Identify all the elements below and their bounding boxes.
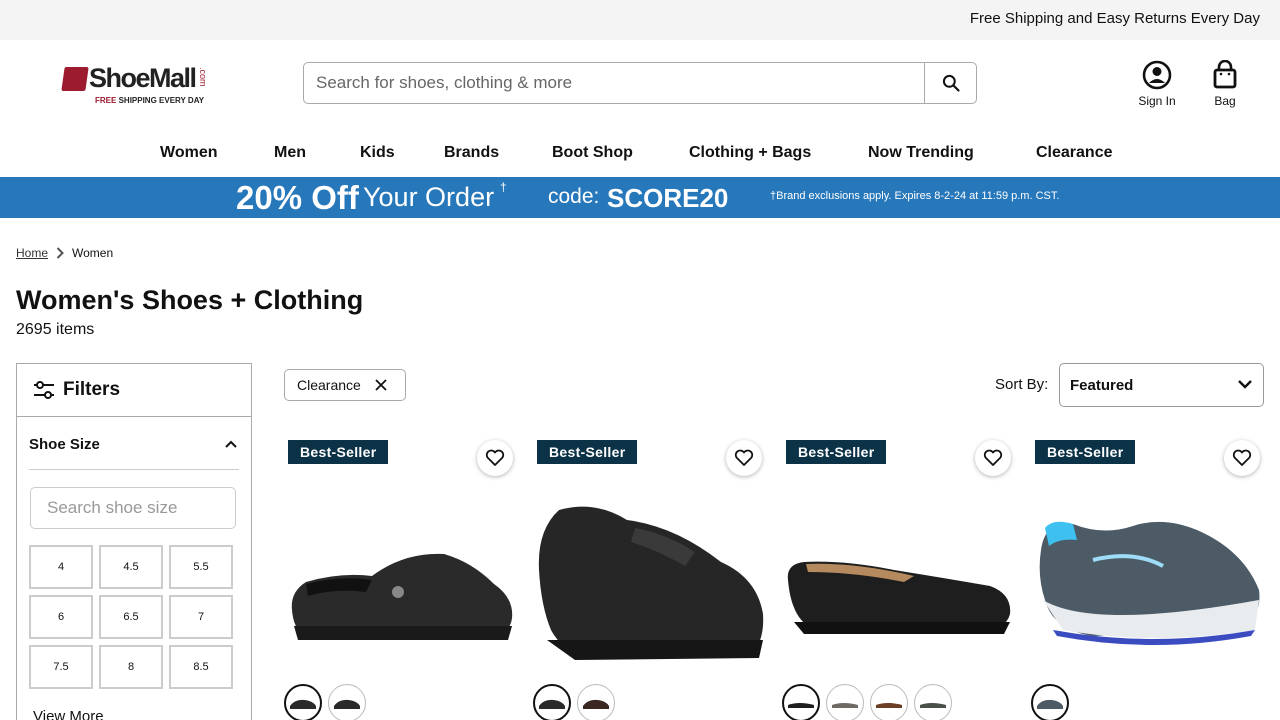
close-icon <box>375 379 387 391</box>
promo-discount: 20% Off <box>236 179 359 216</box>
active-filter-label: Clearance <box>297 377 361 393</box>
main-nav: Women Men Kids Brands Boot Shop Clothing… <box>0 140 1280 170</box>
logo-mark-icon <box>61 67 89 91</box>
shoemall-logo[interactable]: ShoeMall .com FREE SHIPPING EVERY DAY <box>61 63 219 107</box>
announcement-bar: Free Shipping and Easy Returns Every Day <box>0 0 1280 40</box>
color-swatch[interactable] <box>782 684 820 720</box>
heart-icon <box>983 449 1003 466</box>
search-input[interactable] <box>304 63 924 103</box>
bag-label: Bag <box>1214 94 1236 108</box>
nav-boot-shop[interactable]: Boot Shop <box>552 144 633 162</box>
heart-icon <box>1232 449 1252 466</box>
best-seller-badge: Best-Seller <box>786 440 887 464</box>
search-icon <box>942 74 960 92</box>
filters-panel: Filters Shoe Size 4 4.5 5.5 6 6.5 7 7.5 … <box>16 363 252 720</box>
product-image <box>1039 521 1260 645</box>
filters-icon <box>34 381 54 399</box>
product-card[interactable]: Best-Seller <box>284 430 516 720</box>
color-swatches <box>284 684 366 720</box>
nav-clearance[interactable]: Clearance <box>1036 144 1113 162</box>
size-option[interactable]: 6.5 <box>99 595 163 639</box>
nav-clothing-bags[interactable]: Clothing + Bags <box>689 144 811 162</box>
best-seller-badge: Best-Seller <box>288 440 389 464</box>
nav-brands[interactable]: Brands <box>444 144 499 162</box>
color-swatch[interactable] <box>284 684 322 720</box>
color-swatch[interactable] <box>1031 684 1069 720</box>
logo-tagline: FREE SHIPPING EVERY DAY <box>95 96 205 105</box>
sign-in-label: Sign In <box>1138 94 1176 108</box>
breadcrumb-home[interactable]: Home <box>16 246 48 260</box>
nav-women[interactable]: Women <box>160 144 217 162</box>
size-option[interactable]: 7.5 <box>29 645 93 689</box>
promo-fine-print: †Brand exclusions apply. Expires 8-2-24 … <box>770 190 1060 202</box>
color-swatches <box>782 684 952 720</box>
account-icon <box>1142 60 1172 90</box>
nav-now-trending[interactable]: Now Trending <box>868 144 974 162</box>
color-swatch[interactable] <box>826 684 864 720</box>
product-image <box>538 506 764 660</box>
sign-in-button[interactable]: Sign In <box>1127 60 1187 108</box>
heart-icon <box>734 449 754 466</box>
search-button[interactable] <box>924 63 976 103</box>
announcement-text: Free Shipping and Easy Returns Every Day <box>969 10 1260 27</box>
product-card[interactable]: Best-Seller <box>1031 430 1263 720</box>
shoe-size-search-input[interactable] <box>30 487 236 529</box>
chevron-right-icon <box>56 247 64 259</box>
logo-dotcom: .com <box>198 67 208 87</box>
color-swatch[interactable] <box>870 684 908 720</box>
product-card[interactable]: Best-Seller <box>782 430 1014 720</box>
page-title: Women's Shoes + Clothing <box>16 285 364 315</box>
promo-banner[interactable]: 20% Off Your Order † code: SCORE20 †Bran… <box>0 177 1280 218</box>
heart-icon <box>485 449 505 466</box>
sort-label: Sort By: <box>995 376 1049 393</box>
filters-title: Filters <box>63 379 121 400</box>
nav-men[interactable]: Men <box>274 144 306 162</box>
sort-select[interactable]: Featured <box>1059 363 1264 407</box>
breadcrumb-current: Women <box>72 246 114 260</box>
bag-icon <box>1213 60 1237 89</box>
size-option[interactable]: 4 <box>29 545 93 589</box>
wishlist-button[interactable] <box>477 440 513 476</box>
active-filter-chip[interactable]: Clearance <box>284 369 406 401</box>
color-swatch[interactable] <box>577 684 615 720</box>
chevron-up-icon <box>225 440 237 448</box>
promo-code: SCORE20 <box>607 183 729 213</box>
filters-header: Filters <box>17 364 251 417</box>
chevron-down-icon <box>1238 380 1252 389</box>
shoe-size-label: Shoe Size <box>29 436 100 453</box>
best-seller-badge: Best-Seller <box>1035 440 1136 464</box>
color-swatch[interactable] <box>328 684 366 720</box>
promo-your-order: Your Order <box>363 182 495 212</box>
color-swatch[interactable] <box>914 684 952 720</box>
size-option[interactable]: 7 <box>169 595 233 639</box>
color-swatch[interactable] <box>533 684 571 720</box>
nav-kids[interactable]: Kids <box>360 144 395 162</box>
search-bar <box>303 62 977 104</box>
size-option[interactable]: 6 <box>29 595 93 639</box>
wishlist-button[interactable] <box>1224 440 1260 476</box>
best-seller-badge: Best-Seller <box>537 440 638 464</box>
sort-value: Featured <box>1070 376 1134 394</box>
view-more-link[interactable]: View More <box>33 708 104 720</box>
product-image <box>291 553 513 640</box>
size-option[interactable]: 8 <box>99 645 163 689</box>
wishlist-button[interactable] <box>726 440 762 476</box>
color-swatches <box>533 684 615 720</box>
item-count: 2695 items <box>16 321 95 338</box>
logo-brand: ShoeMall <box>89 63 197 93</box>
size-grid: 4 4.5 5.5 6 6.5 7 7.5 8 8.5 <box>29 545 235 689</box>
size-option[interactable]: 5.5 <box>169 545 233 589</box>
shoe-size-toggle[interactable]: Shoe Size <box>29 430 239 470</box>
wishlist-button[interactable] <box>975 440 1011 476</box>
promo-dagger: † <box>500 180 507 194</box>
product-image <box>787 561 1011 634</box>
breadcrumb: Home Women <box>16 246 113 260</box>
bag-button[interactable]: Bag <box>1195 60 1255 108</box>
size-option[interactable]: 4.5 <box>99 545 163 589</box>
size-option[interactable]: 8.5 <box>169 645 233 689</box>
promo-code-label: code: <box>548 185 600 208</box>
product-card[interactable]: Best-Seller <box>533 430 765 720</box>
color-swatches <box>1031 684 1069 720</box>
